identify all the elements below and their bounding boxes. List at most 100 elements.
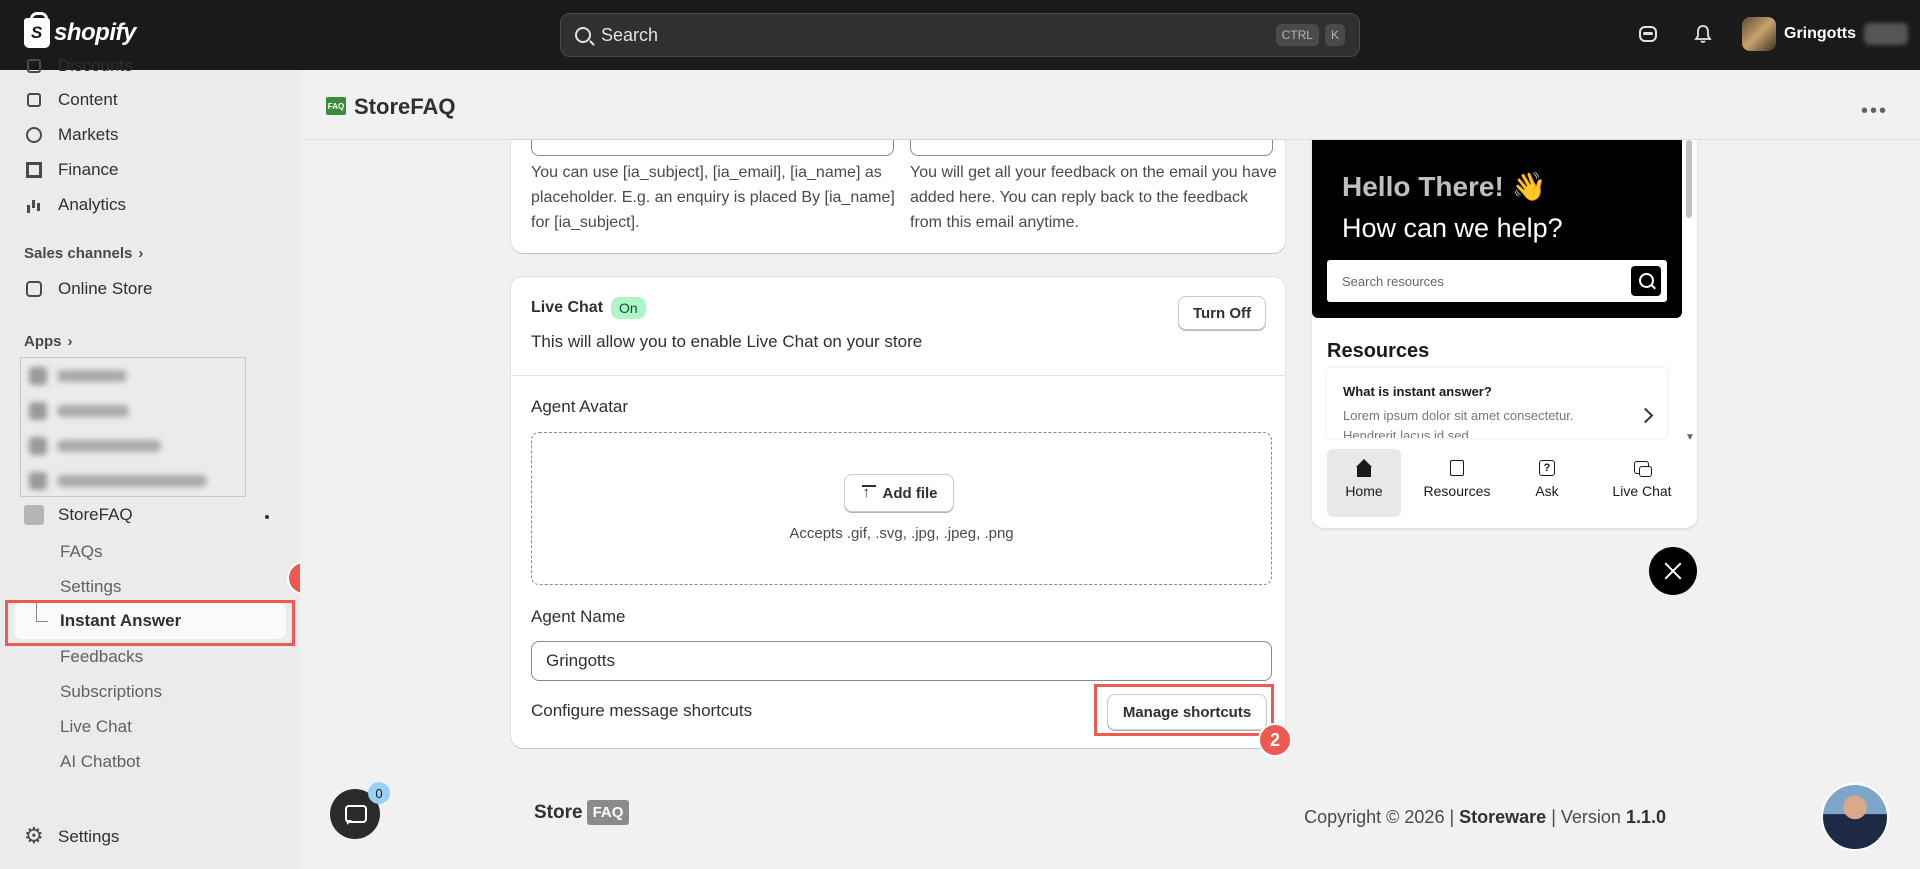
shortcut-key-ctrl: CTRL <box>1275 24 1319 46</box>
resource-answer: Lorem ipsum dolor sit amet consectetur. … <box>1343 408 1574 438</box>
agent-name-input[interactable]: Gringotts <box>531 641 1272 681</box>
nav-label: Analytics <box>58 195 127 214</box>
widget-search-placeholder: Search resources <box>1342 273 1444 289</box>
subject-help-text: You can use [ia_subject], [ia_email], [i… <box>531 164 895 231</box>
sidebar-item-faqs[interactable]: FAQs <box>60 542 103 562</box>
live-chat-description: This will allow you to enable Live Chat … <box>531 332 923 351</box>
widget-subtitle: How can we help? <box>1342 213 1563 243</box>
bank-icon <box>24 160 44 180</box>
copyright-prefix: Copyright © 2026 | <box>1304 807 1455 827</box>
footer-logo: Store FAQ <box>534 800 630 825</box>
sidekick-icon[interactable] <box>1638 24 1658 44</box>
email-help-text: You will get all your feedback on the em… <box>910 164 1277 231</box>
top-bar: shopify Search CTRL K Gringotts <box>0 0 1920 70</box>
widget-tab-live-chat[interactable]: Live Chat <box>1602 449 1682 517</box>
add-file-button[interactable]: Add file <box>844 474 954 512</box>
nav-online-store[interactable]: Online Store <box>24 279 153 299</box>
app-header: FAQ StoreFAQ ••• <box>300 70 1920 140</box>
search-icon <box>575 27 591 43</box>
widget-tab-resources[interactable]: Resources <box>1417 449 1497 517</box>
widget-tab-ask[interactable]: Ask <box>1510 449 1584 517</box>
nav-label: Online Store <box>58 279 153 298</box>
widget-scrollbar[interactable]: ▼ <box>1685 140 1695 443</box>
global-search-bar[interactable]: Search CTRL K <box>560 13 1360 57</box>
redacted-apps-list <box>20 357 246 497</box>
section-label-text: Apps <box>24 333 62 350</box>
sidebar-item-subscriptions[interactable]: Subscriptions <box>60 682 162 702</box>
redacted-app <box>29 367 127 385</box>
more-actions-icon[interactable]: ••• <box>1861 100 1888 123</box>
scrollbar-thumb[interactable] <box>1686 140 1692 218</box>
redacted-app <box>29 402 129 420</box>
avatar-dropzone[interactable]: Add file Accepts .gif, .svg, .jpg, .jpeg… <box>531 432 1272 585</box>
chevron-right-icon <box>1637 407 1654 424</box>
bar-chart-icon <box>24 195 44 215</box>
widget-search-icon[interactable] <box>1631 266 1661 296</box>
agent-avatar-label: Agent Avatar <box>531 397 629 416</box>
email-input[interactable] <box>910 140 1273 156</box>
resources-heading: Resources <box>1327 340 1430 362</box>
turn-off-button[interactable]: Turn Off <box>1178 296 1266 330</box>
nav-settings[interactable]: Settings <box>24 823 119 849</box>
divider <box>511 375 1285 376</box>
nav-markets[interactable]: Markets <box>24 125 118 145</box>
widget-tab-home[interactable]: Home <box>1327 449 1401 517</box>
email-settings-card: You can use [ia_subject], [ia_email], [i… <box>511 140 1285 253</box>
chat-icon <box>1633 459 1652 477</box>
widget-close-button[interactable] <box>1649 547 1697 595</box>
shortcut-key-k: K <box>1324 24 1345 46</box>
widget-hero: Hello There! 👋 How can we help? Search r… <box>1312 140 1682 318</box>
resource-card[interactable]: What is instant answer? Lorem ipsum dolo… <box>1327 368 1667 438</box>
support-agent-avatar[interactable] <box>1821 783 1889 851</box>
agent-name-label: Agent Name <box>531 607 626 626</box>
nav-finance[interactable]: Finance <box>24 160 118 180</box>
accepted-formats-note: Accepts .gif, .svg, .jpg, .jpeg, .png <box>789 525 1014 542</box>
user-menu[interactable]: Gringotts <box>1742 17 1908 51</box>
live-chat-title: Live Chat <box>531 299 604 316</box>
shortcuts-label: Configure message shortcuts <box>531 701 753 720</box>
storefaq-logo: FAQ <box>326 97 346 115</box>
widget-greeting: Hello There! 👋 <box>1342 171 1547 202</box>
question-icon <box>1538 459 1556 477</box>
sidebar-item-ai-chatbot[interactable]: AI Chatbot <box>60 752 140 772</box>
widget-tab-bar: Home Resources Ask Live Chat <box>1327 449 1687 517</box>
shopify-logo[interactable]: shopify <box>24 12 136 48</box>
chevron-right-icon: › <box>138 245 144 262</box>
nav-analytics[interactable]: Analytics <box>24 195 126 215</box>
chevron-right-icon: › <box>67 333 73 350</box>
notifications-bell-icon[interactable] <box>1694 24 1712 44</box>
nav-label: Discounts <box>58 56 133 75</box>
discount-icon <box>24 56 44 76</box>
section-label-text: Sales channels <box>24 245 133 262</box>
nav-content[interactable]: Content <box>24 90 118 110</box>
sidebar-item-live-chat[interactable]: Live Chat <box>60 717 132 737</box>
step-badge-2: 2 <box>1258 723 1292 757</box>
copyright-text: Copyright © 2026 | Storeware | Version 1… <box>1304 807 1666 828</box>
tab-label: Live Chat <box>1612 483 1672 499</box>
upload-icon <box>861 484 877 501</box>
shopify-logo-text: shopify <box>54 19 136 46</box>
sidebar-item-feedbacks[interactable]: Feedbacks <box>60 647 143 667</box>
live-chat-heading: Live Chat On <box>531 297 646 319</box>
subject-input[interactable] <box>531 140 894 156</box>
main-content: FAQ StoreFAQ ••• You can use [ia_subject… <box>300 70 1920 869</box>
sales-channels-heading[interactable]: Sales channels › <box>24 245 143 262</box>
nav-discounts[interactable]: Discounts <box>24 56 133 76</box>
nav-app-storefaq[interactable]: StoreFAQ <box>24 505 133 525</box>
resource-question: What is instant answer? <box>1343 384 1492 399</box>
nav-label: Content <box>58 90 118 109</box>
highlight-instant-answer <box>5 600 295 646</box>
storefaq-app-icon <box>24 505 44 525</box>
footer-logo-faq: FAQ <box>586 800 630 825</box>
scroll-down-arrow-icon[interactable]: ▼ <box>1685 432 1695 443</box>
home-icon <box>1355 459 1373 477</box>
sidebar-item-settings[interactable]: Settings <box>60 577 121 597</box>
company-name[interactable]: Storeware <box>1459 807 1546 827</box>
content-icon <box>24 90 44 110</box>
nav-label: Finance <box>58 160 119 179</box>
page-title: StoreFAQ <box>354 94 456 119</box>
nav-label: StoreFAQ <box>58 505 133 524</box>
highlight-manage-shortcuts <box>1094 684 1274 736</box>
apps-heading[interactable]: Apps › <box>24 333 73 350</box>
widget-search-input[interactable]: Search resources <box>1327 260 1667 302</box>
